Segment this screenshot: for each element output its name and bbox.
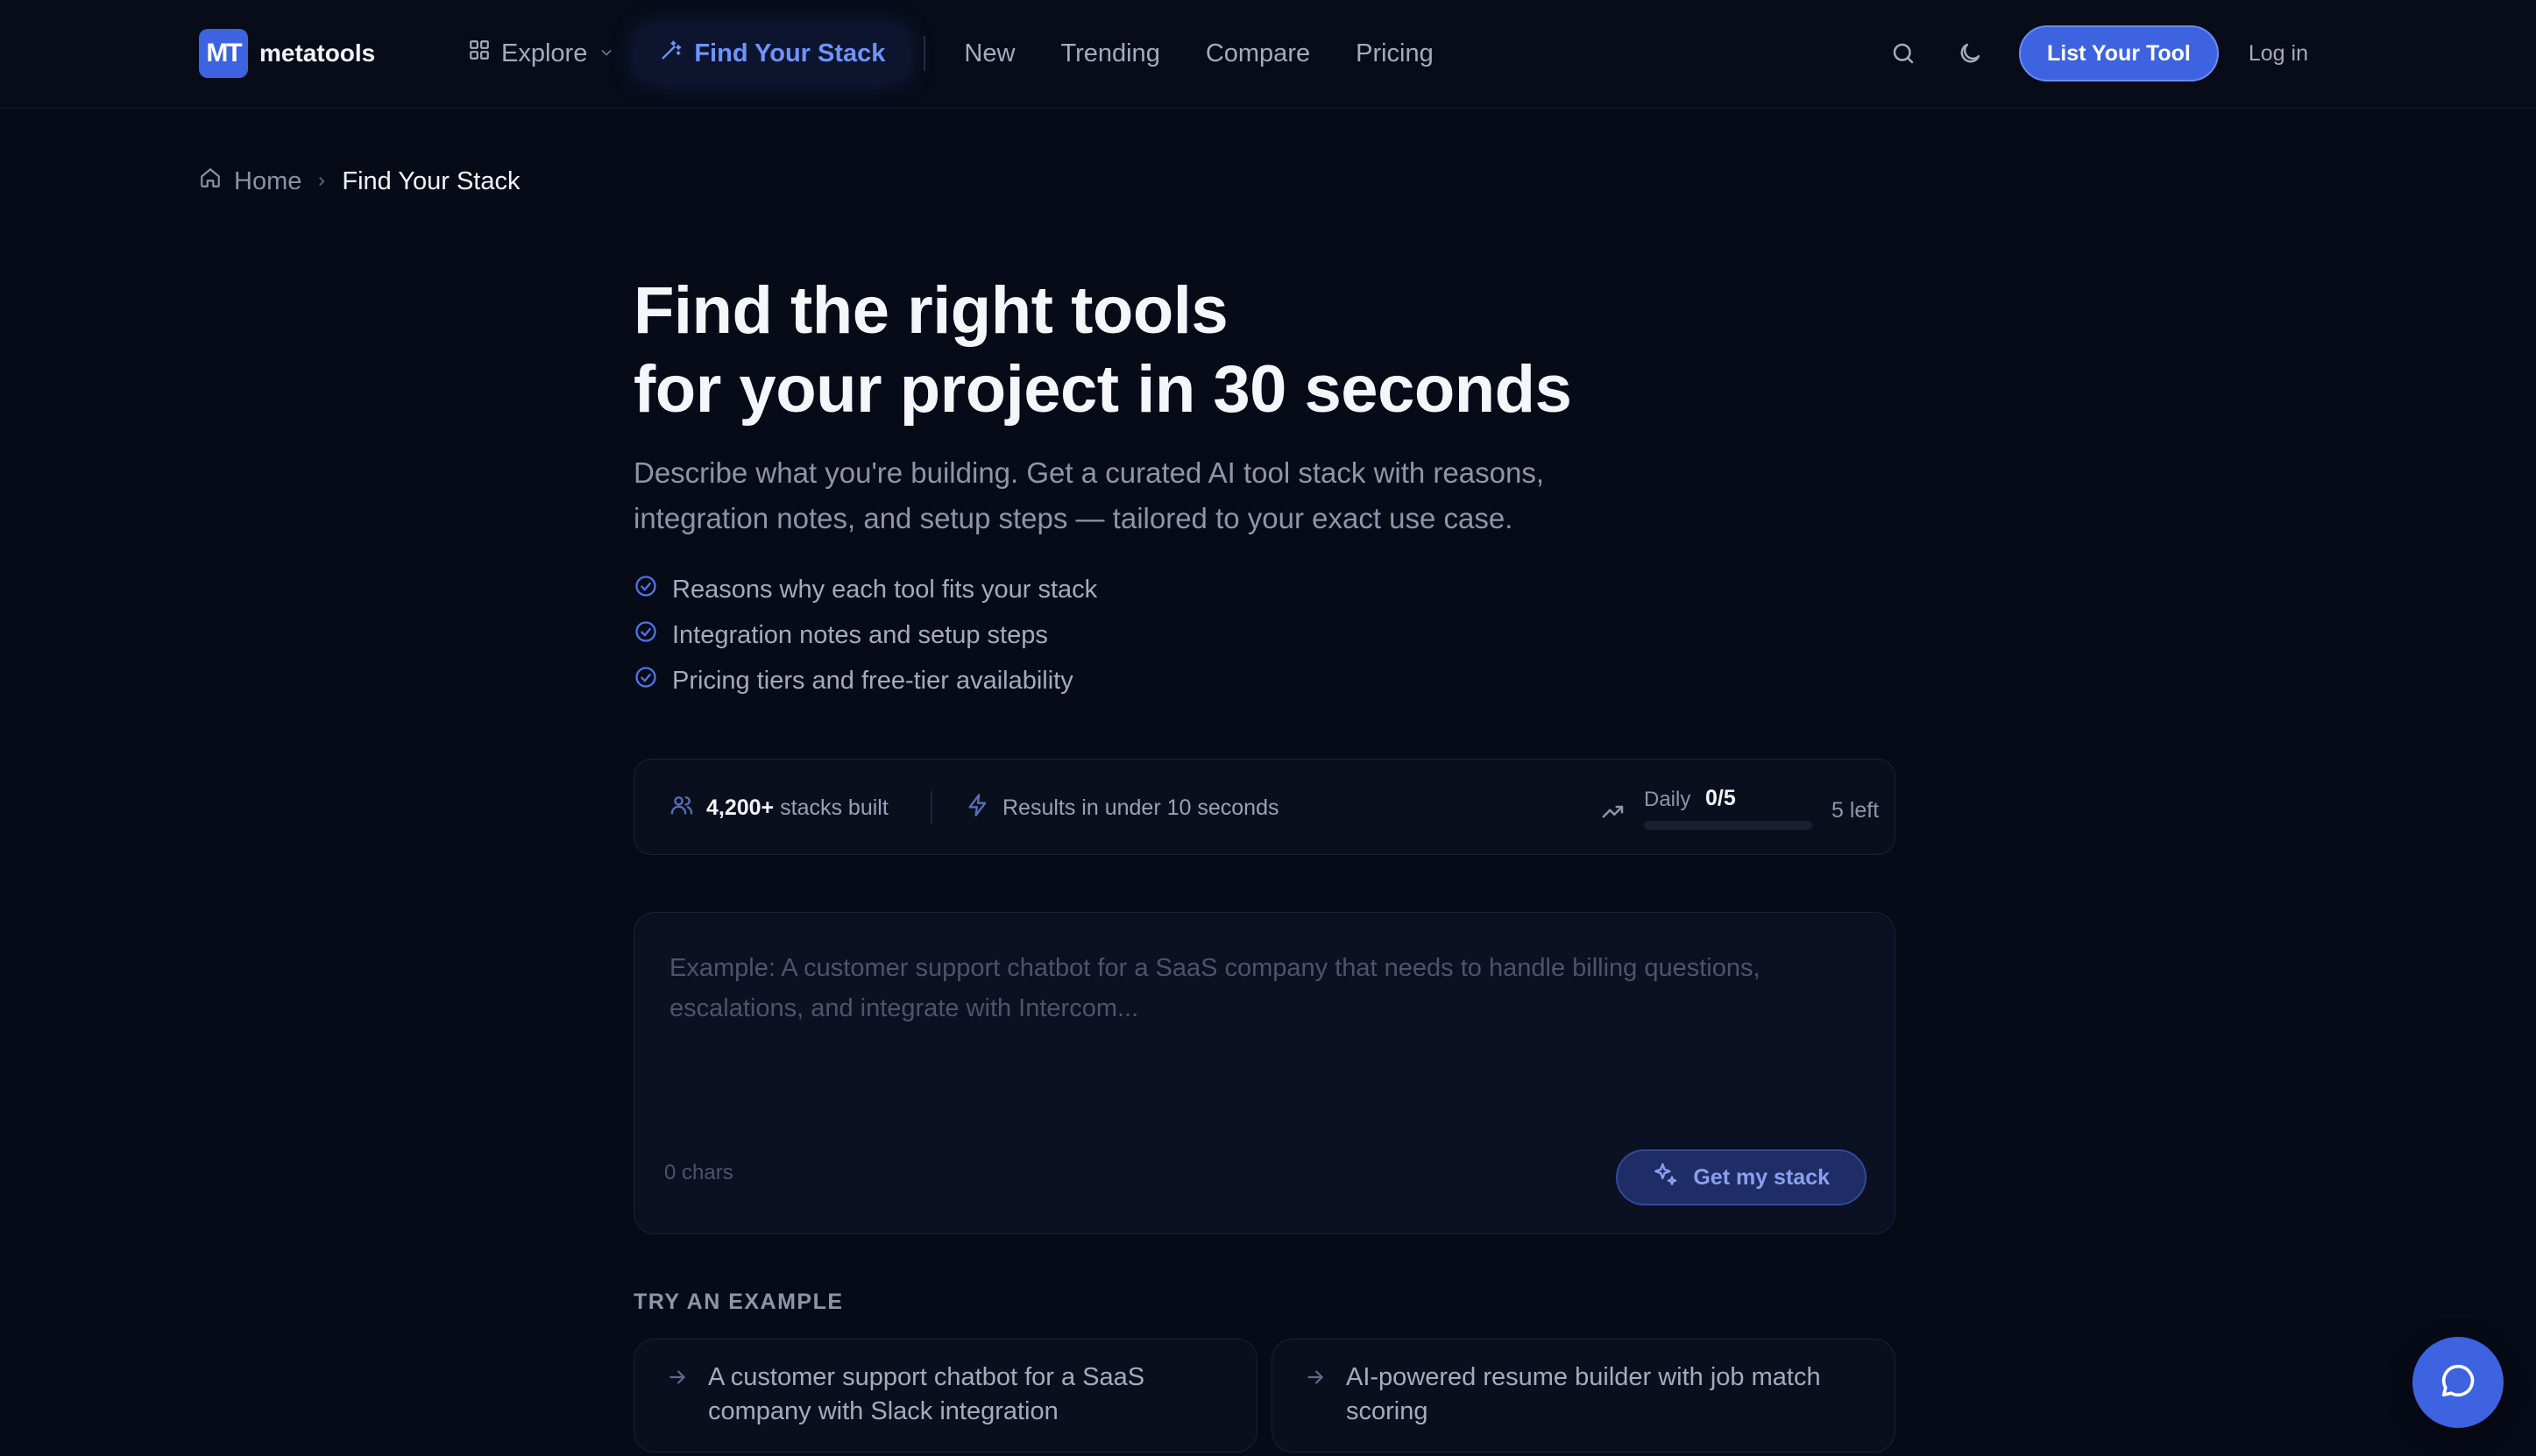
stats-divider [931,791,932,824]
stacks-built-stat: 4,200+ stacks built [669,760,889,856]
stacks-count: 4,200+ [706,795,775,820]
remaining-label: 5 left [1831,798,1880,823]
chat-bubble-icon [2438,1361,2478,1405]
chat-button[interactable] [2412,1337,2504,1428]
nav-explore[interactable]: Explore [468,26,636,81]
checklist-item: Integration notes and setup steps [634,620,1895,650]
speed-label: Results in under 10 seconds [1002,795,1279,820]
login-link[interactable]: Log in [2249,41,2308,67]
users-icon [669,793,694,823]
brand-name: metatools [259,39,376,67]
nav-new[interactable]: New [941,26,1038,81]
nav-pricing[interactable]: Pricing [1333,26,1456,81]
logo-mark: MT [199,29,248,78]
project-description-input[interactable] [669,948,1844,1079]
arrow-right-icon [1304,1364,1327,1398]
brand-logo[interactable]: MT metatools [199,29,375,78]
example-prompt-card[interactable]: AI-powered resume builder with job match… [1272,1339,1895,1452]
trending-up-icon [1600,798,1626,829]
checklist-text: Reasons why each tool fits your stack [672,575,1098,604]
check-circle-icon [634,574,658,605]
hero-section: Find the right tools for your project in… [634,272,1895,696]
feature-checklist: Reasons why each tool fits your stack In… [634,575,1895,696]
daily-progress-bar [1644,821,1812,830]
example-prompt-text: A customer support chatbot for a SaaS co… [708,1363,1145,1425]
page: MT metatools Explore Find Your Stack New… [0,0,2536,1456]
grid-icon [468,39,491,68]
nav-compare[interactable]: Compare [1183,26,1333,81]
checklist-item: Pricing tiers and free-tier availability [634,666,1895,696]
home-icon [199,166,222,196]
char-count: 0 chars [664,1161,733,1184]
stats-bar: 4,200+ stacks built Results in under 10 … [634,759,1895,855]
nav-divider [924,36,926,71]
speed-stat: Results in under 10 seconds [966,760,1279,856]
chevron-right-icon [314,167,329,196]
breadcrumb-current: Find Your Stack [342,166,521,195]
examples-heading: TRY AN EXAMPLE [634,1290,844,1314]
project-description-card: 0 chars Get my stack [634,912,1895,1234]
daily-label: Daily [1644,788,1691,811]
stacks-label: stacks built [780,795,889,820]
lightning-icon [966,793,990,823]
search-icon[interactable] [1886,36,1921,71]
hero-subtitle: Describe what you're building. Get a cur… [634,456,1545,534]
example-prompt-card[interactable]: A customer support chatbot for a SaaS co… [634,1339,1257,1452]
checklist-text: Pricing tiers and free-tier availability [672,666,1073,695]
get-my-stack-label: Get my stack [1693,1164,1830,1190]
arrow-right-icon [666,1364,689,1398]
magic-wand-icon [659,38,684,69]
nav-trending[interactable]: Trending [1038,26,1182,81]
moon-icon[interactable] [1952,36,1987,71]
checklist-text: Integration notes and setup steps [672,620,1048,649]
daily-usage: Daily 0/5 5 left [1583,784,1889,833]
daily-count: 0/5 [1705,786,1736,810]
check-circle-icon [634,665,658,696]
list-your-tool-button[interactable]: List Your Tool [2018,25,2219,81]
title-line-1: Find the right tools [634,273,1229,348]
title-line-2: for your project in 30 seconds [634,352,1572,427]
check-circle-icon [634,619,658,651]
breadcrumb-home[interactable]: Home [234,167,301,196]
nav-explore-label: Explore [501,39,588,67]
nav-find-your-stack[interactable]: Find Your Stack [636,26,909,81]
main-nav: Explore Find Your Stack New Trending Com… [468,26,1456,81]
nav-find-your-stack-label: Find Your Stack [694,39,886,67]
checklist-item: Reasons why each tool fits your stack [634,575,1895,604]
example-prompt-text: AI-powered resume builder with job match… [1346,1363,1821,1425]
get-my-stack-button[interactable]: Get my stack [1616,1149,1867,1205]
sparkles-icon [1651,1161,1679,1195]
top-navbar: MT metatools Explore Find Your Stack New… [0,0,2536,109]
breadcrumb: Home Find Your Stack [199,166,521,196]
page-title: Find the right tools for your project in… [634,272,1895,429]
chevron-down-icon [598,39,615,68]
nav-actions: List Your Tool Log in [1886,25,2308,81]
